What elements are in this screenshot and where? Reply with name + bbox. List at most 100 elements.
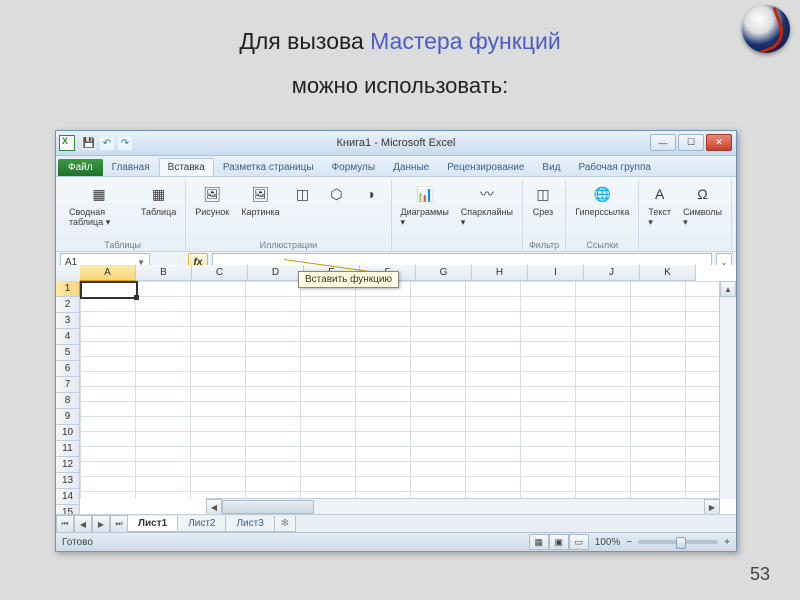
column-header[interactable]: I	[528, 265, 584, 281]
ribbon-button-icon: 🌐	[591, 183, 613, 205]
ribbon-button-label: Срез	[533, 207, 553, 217]
zoom-slider[interactable]	[638, 540, 718, 544]
minimize-button[interactable]: —	[650, 134, 676, 151]
row-header[interactable]: 14	[56, 489, 80, 505]
row-header[interactable]: 13	[56, 473, 80, 489]
sheet-tab[interactable]: Лист3	[225, 516, 274, 532]
qat-save-icon[interactable]: 💾	[82, 136, 96, 150]
row-header[interactable]: 9	[56, 409, 80, 425]
ribbon-button[interactable]: ⬡	[323, 180, 351, 208]
h-scroll-thumb[interactable]	[222, 500, 314, 514]
row-header[interactable]: 3	[56, 313, 80, 329]
qat-redo-icon[interactable]: ↷	[118, 136, 132, 150]
ribbon-tab[interactable]: Формулы	[323, 158, 385, 176]
scroll-left-button[interactable]: ◀	[206, 499, 222, 515]
ribbon-button[interactable]: 〰Спарклайны ▾	[458, 180, 516, 231]
row-header[interactable]: 12	[56, 457, 80, 473]
column-header[interactable]: G	[416, 265, 472, 281]
ribbon-tab[interactable]: Главная	[103, 158, 159, 176]
ribbon-button-icon: ◫	[292, 183, 314, 205]
row-header[interactable]: 10	[56, 425, 80, 441]
sheet-tab[interactable]: Лист1	[127, 516, 178, 532]
row-header[interactable]: 2	[56, 297, 80, 313]
close-button[interactable]: ✕	[706, 134, 732, 151]
ribbon-button-icon: ⬡	[326, 183, 348, 205]
ribbon-button-icon: 📊	[414, 183, 436, 205]
ribbon-button-label: Символы ▾	[683, 207, 722, 228]
ribbon-tab[interactable]: Вставка	[159, 158, 214, 176]
ribbon-tab[interactable]: Рабочая группа	[570, 158, 660, 176]
row-header[interactable]: 8	[56, 393, 80, 409]
ribbon-button-label: Таблица	[141, 207, 176, 217]
new-sheet-button[interactable]: ✻	[274, 516, 296, 532]
ribbon-button[interactable]: 🖼Рисунок	[192, 180, 232, 220]
column-header[interactable]: J	[584, 265, 640, 281]
column-header[interactable]: B	[136, 265, 192, 281]
row-header[interactable]: 7	[56, 377, 80, 393]
row-header[interactable]: 11	[56, 441, 80, 457]
column-header[interactable]: H	[472, 265, 528, 281]
slide-logo	[742, 5, 790, 53]
ribbon: ▦Сводная таблица ▾▦Таблица Таблицы 🖼Рисуно…	[56, 177, 736, 252]
ribbon-button[interactable]: ◫	[289, 180, 317, 208]
ribbon-button[interactable]: ◫Срез	[529, 180, 557, 220]
active-cell[interactable]	[80, 281, 138, 299]
maximize-button[interactable]: ☐	[678, 134, 704, 151]
view-mode-button[interactable]: ▦	[529, 534, 549, 550]
ribbon-button-label: Спарклайны ▾	[461, 207, 513, 228]
ribbon-tab[interactable]: Вид	[533, 158, 569, 176]
ribbon-button[interactable]: ΩСимволы ▾	[680, 180, 725, 231]
scroll-right-button[interactable]: ▶	[704, 499, 720, 515]
ribbon-group-label: Фильтр	[529, 240, 559, 250]
row-header[interactable]: 1	[56, 281, 80, 297]
column-header[interactable]: K	[640, 265, 696, 281]
row-header[interactable]: 5	[56, 345, 80, 361]
vertical-scrollbar[interactable]: ▲	[719, 281, 736, 499]
ribbon-button-label: Гиперссылка	[575, 207, 629, 217]
ribbon-button-icon: Ω	[692, 183, 714, 205]
ribbon-group-label: Таблицы	[66, 240, 179, 250]
ribbon-button[interactable]: 📊Диаграммы ▾	[398, 180, 452, 231]
sheet-nav-button[interactable]: ▶	[92, 515, 110, 533]
row-header[interactable]: 4	[56, 329, 80, 345]
select-all-corner[interactable]	[56, 265, 81, 282]
sheet-nav-button[interactable]: ◀	[74, 515, 92, 533]
ribbon-button[interactable]: ▦Сводная таблица ▾	[66, 180, 132, 231]
ribbon-button[interactable]: 🖼Картинка	[238, 180, 282, 220]
ribbon-button[interactable]: 🌐 Гиперссылка	[572, 180, 632, 220]
ribbon-group-label: Иллюстрации	[192, 240, 384, 250]
sheet-nav-button[interactable]: ⏭	[110, 515, 128, 533]
h-scroll-track[interactable]	[222, 500, 704, 514]
insert-function-tooltip: Вставить функцию	[298, 271, 399, 288]
view-mode-button[interactable]: ▣	[549, 534, 569, 550]
ribbon-button[interactable]: ◑	[357, 180, 385, 208]
sheet-nav-button[interactable]: ⏮	[56, 515, 74, 533]
ribbon-tab[interactable]: Рецензирование	[438, 158, 533, 176]
ribbon-tab[interactable]: Данные	[384, 158, 438, 176]
spreadsheet-grid[interactable]: ABCDEFGHIJK 1234567891011121314151617 ▲ …	[56, 265, 736, 515]
column-header[interactable]: A	[80, 265, 136, 281]
ribbon-tab[interactable]: Разметка страницы	[214, 158, 323, 176]
view-mode-button[interactable]: ▭	[569, 534, 589, 550]
sheet-tab[interactable]: Лист2	[177, 516, 226, 532]
row-header[interactable]: 6	[56, 361, 80, 377]
ribbon-group: ▦Сводная таблица ▾▦Таблица Таблицы	[60, 180, 186, 250]
column-header[interactable]: D	[248, 265, 304, 281]
ribbon-button-icon: 🖼	[249, 183, 271, 205]
sheet-nav-buttons: ⏮◀▶⏭	[56, 515, 128, 533]
zoom-in-button[interactable]: +	[724, 537, 730, 548]
slide-title-prefix: Для вызова	[239, 28, 370, 54]
horizontal-scrollbar[interactable]: ◀ ▶	[206, 498, 720, 515]
slide-title-accent: Мастера функций	[370, 28, 561, 54]
column-header[interactable]: C	[192, 265, 248, 281]
scroll-up-button[interactable]: ▲	[720, 281, 736, 297]
file-tab[interactable]: Файл	[58, 159, 103, 176]
ribbon-button[interactable]: ▦Таблица	[138, 180, 179, 220]
excel-app-icon	[59, 135, 75, 151]
zoom-out-button[interactable]: −	[626, 537, 632, 548]
window-titlebar[interactable]: 💾 ↶ ↷ Книга1 - Microsoft Excel — ☐ ✕	[56, 131, 736, 156]
ribbon-button-icon: 〰	[476, 183, 498, 205]
qat-undo-icon[interactable]: ↶	[100, 136, 114, 150]
cells-area[interactable]	[80, 281, 720, 499]
ribbon-button[interactable]: AТекст ▾	[645, 180, 674, 231]
